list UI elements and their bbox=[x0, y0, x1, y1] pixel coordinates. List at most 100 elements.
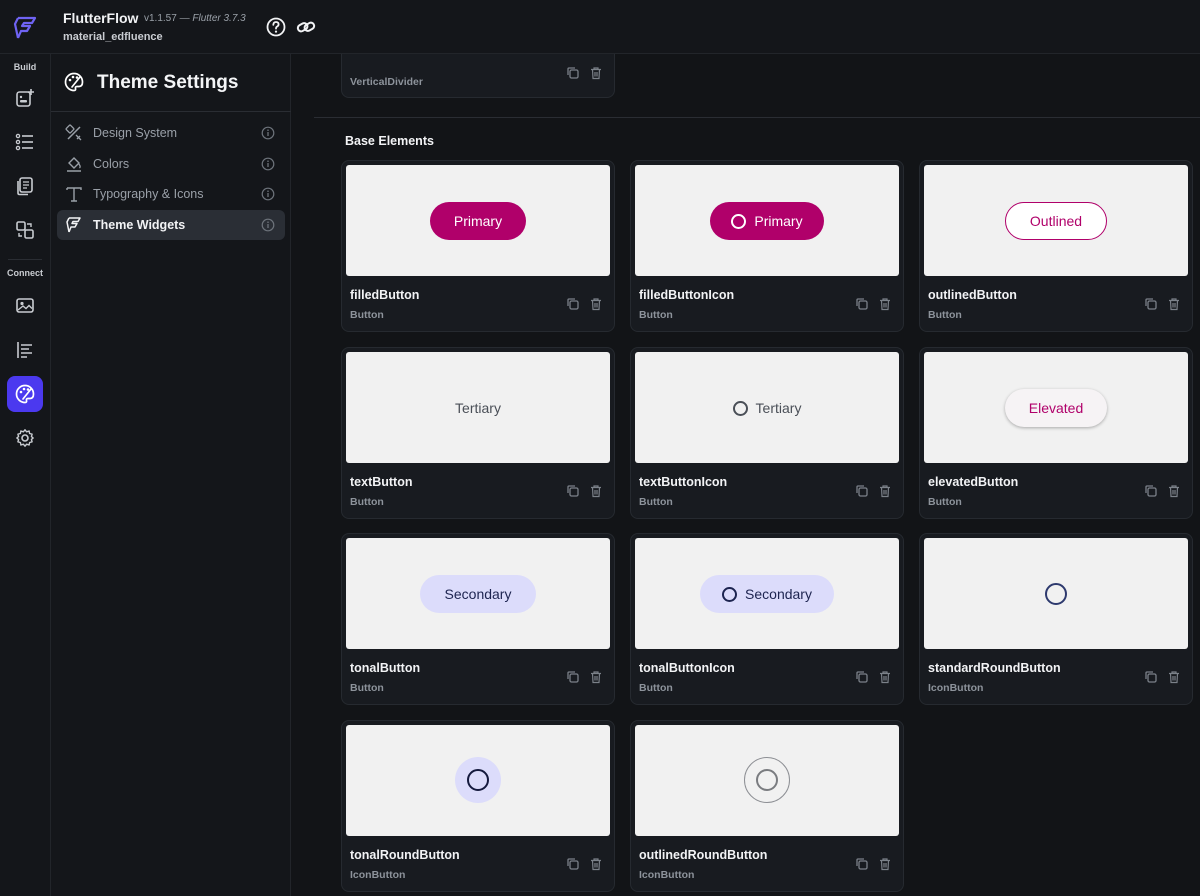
info-icon[interactable] bbox=[261, 157, 275, 171]
flutterflow-icon bbox=[66, 217, 81, 233]
widget-card-filled-button[interactable]: Primary filledButton Button bbox=[341, 160, 615, 332]
widget-preview[interactable]: Primary bbox=[635, 165, 899, 276]
info-icon[interactable] bbox=[261, 126, 275, 140]
widget-preview[interactable]: Tertiary bbox=[635, 352, 899, 463]
add-widget-icon bbox=[16, 89, 34, 107]
card-type: IconButton bbox=[928, 682, 984, 694]
delete-icon[interactable] bbox=[589, 66, 603, 80]
card-name: elevatedButton bbox=[928, 475, 1019, 489]
widget-preview[interactable]: Elevated bbox=[924, 352, 1188, 463]
card-type: Button bbox=[350, 496, 384, 508]
widget-card-tonal-button-icon[interactable]: Secondary tonalButtonIcon Button bbox=[630, 533, 904, 705]
delete-icon[interactable] bbox=[1167, 297, 1181, 311]
widget-card-filled-button-icon[interactable]: Primary filledButtonIcon Button bbox=[630, 160, 904, 332]
delete-icon[interactable] bbox=[878, 670, 892, 684]
widget-preview[interactable]: Outlined bbox=[924, 165, 1188, 276]
rail-api-calls[interactable] bbox=[7, 332, 43, 368]
card-type: IconButton bbox=[639, 869, 695, 881]
widget-tree-icon bbox=[15, 133, 33, 151]
project-name: material_edfluence bbox=[63, 31, 163, 43]
media-assets-icon bbox=[16, 298, 34, 313]
nav-item-typography[interactable]: Typography & Icons bbox=[57, 179, 285, 209]
duplicate-icon[interactable] bbox=[855, 297, 869, 311]
app-version-number: v1.1.57 bbox=[144, 13, 177, 24]
delete-icon[interactable] bbox=[878, 484, 892, 498]
app-name: FlutterFlow bbox=[63, 10, 139, 26]
button-label: Secondary bbox=[745, 586, 812, 602]
duplicate-icon[interactable] bbox=[855, 857, 869, 871]
widget-card-text-button[interactable]: Tertiary textButton Button bbox=[341, 347, 615, 519]
widget-preview[interactable]: Primary bbox=[346, 165, 610, 276]
flutterflow-logo-icon[interactable] bbox=[12, 12, 40, 42]
app-version: v1.1.57 — Flutter 3.7.3 bbox=[144, 13, 246, 24]
card-type: Button bbox=[639, 682, 673, 694]
rail-settings[interactable] bbox=[7, 420, 43, 456]
info-icon[interactable] bbox=[261, 218, 275, 232]
rail-theme-settings[interactable] bbox=[7, 376, 43, 412]
theme-settings-panel: Theme Settings Design System Colors Typo… bbox=[51, 54, 291, 896]
duplicate-icon[interactable] bbox=[566, 297, 580, 311]
duplicate-icon[interactable] bbox=[1144, 670, 1158, 684]
widget-preview[interactable] bbox=[346, 725, 610, 836]
rail-pages[interactable] bbox=[7, 168, 43, 204]
delete-icon[interactable] bbox=[589, 484, 603, 498]
rail-components[interactable] bbox=[7, 212, 43, 248]
link-icon[interactable] bbox=[295, 16, 317, 38]
duplicate-icon[interactable] bbox=[566, 857, 580, 871]
delete-icon[interactable] bbox=[878, 857, 892, 871]
widget-card-tonal-round-button[interactable]: tonalRoundButton IconButton bbox=[341, 720, 615, 892]
panel-header: Theme Settings bbox=[51, 54, 291, 112]
delete-icon[interactable] bbox=[1167, 484, 1181, 498]
nav-item-theme-widgets[interactable]: Theme Widgets bbox=[57, 210, 285, 240]
api-calls-icon bbox=[17, 342, 32, 358]
widget-card-tonal-button[interactable]: Secondary tonalButton Button bbox=[341, 533, 615, 705]
circle-icon bbox=[467, 769, 489, 791]
card-type: Button bbox=[350, 309, 384, 321]
widget-preview[interactable] bbox=[924, 538, 1188, 649]
section-divider bbox=[314, 117, 1200, 118]
card-name: textButton bbox=[350, 475, 413, 489]
card-type: Button bbox=[350, 682, 384, 694]
nav-item-design-system[interactable]: Design System bbox=[57, 118, 285, 148]
delete-icon[interactable] bbox=[589, 857, 603, 871]
duplicate-icon[interactable] bbox=[566, 670, 580, 684]
delete-icon[interactable] bbox=[878, 297, 892, 311]
widget-card-text-button-icon[interactable]: Tertiary textButtonIcon Button bbox=[630, 347, 904, 519]
widget-preview[interactable]: Tertiary bbox=[346, 352, 610, 463]
theme-widgets-content: VerticalDivider Base Elements Primary fi… bbox=[292, 54, 1200, 896]
rail-widget-tree[interactable] bbox=[7, 124, 43, 160]
duplicate-icon[interactable] bbox=[566, 484, 580, 498]
widget-card-outlined-button[interactable]: Outlined outlinedButton Button bbox=[919, 160, 1193, 332]
widget-preview[interactable]: Secondary bbox=[346, 538, 610, 649]
widget-card-vertical-divider[interactable]: VerticalDivider bbox=[341, 54, 615, 98]
duplicate-icon[interactable] bbox=[566, 66, 580, 80]
button-label: Tertiary bbox=[755, 400, 802, 416]
delete-icon[interactable] bbox=[589, 297, 603, 311]
tonal-button-icon-preview: Secondary bbox=[700, 575, 834, 613]
circle-icon bbox=[731, 213, 747, 229]
circle-icon bbox=[756, 769, 778, 791]
card-name: filledButton bbox=[350, 288, 420, 302]
duplicate-icon[interactable] bbox=[1144, 484, 1158, 498]
rail-media-assets[interactable] bbox=[7, 288, 43, 324]
nav-item-colors[interactable]: Colors bbox=[57, 149, 285, 179]
widget-preview[interactable] bbox=[635, 725, 899, 836]
widget-card-standard-round-button[interactable]: standardRoundButton IconButton bbox=[919, 533, 1193, 705]
text-button-icon-preview: Tertiary bbox=[715, 389, 819, 427]
delete-icon[interactable] bbox=[589, 670, 603, 684]
top-bar: FlutterFlow v1.1.57 — Flutter 3.7.3 mate… bbox=[0, 0, 1200, 54]
delete-icon[interactable] bbox=[1167, 670, 1181, 684]
duplicate-icon[interactable] bbox=[1144, 297, 1158, 311]
help-circle-icon[interactable] bbox=[265, 16, 287, 38]
widget-preview[interactable]: Secondary bbox=[635, 538, 899, 649]
section-title: Base Elements bbox=[345, 134, 434, 148]
widget-card-elevated-button[interactable]: Elevated elevatedButton Button bbox=[919, 347, 1193, 519]
circle-icon bbox=[1045, 583, 1067, 605]
rail-add-widget[interactable] bbox=[7, 80, 43, 116]
widget-card-outlined-round-button[interactable]: outlinedRoundButton IconButton bbox=[630, 720, 904, 892]
duplicate-icon[interactable] bbox=[855, 670, 869, 684]
theme-palette-icon bbox=[64, 72, 84, 92]
duplicate-icon[interactable] bbox=[855, 484, 869, 498]
info-icon[interactable] bbox=[261, 187, 275, 201]
card-name: outlinedButton bbox=[928, 288, 1017, 302]
